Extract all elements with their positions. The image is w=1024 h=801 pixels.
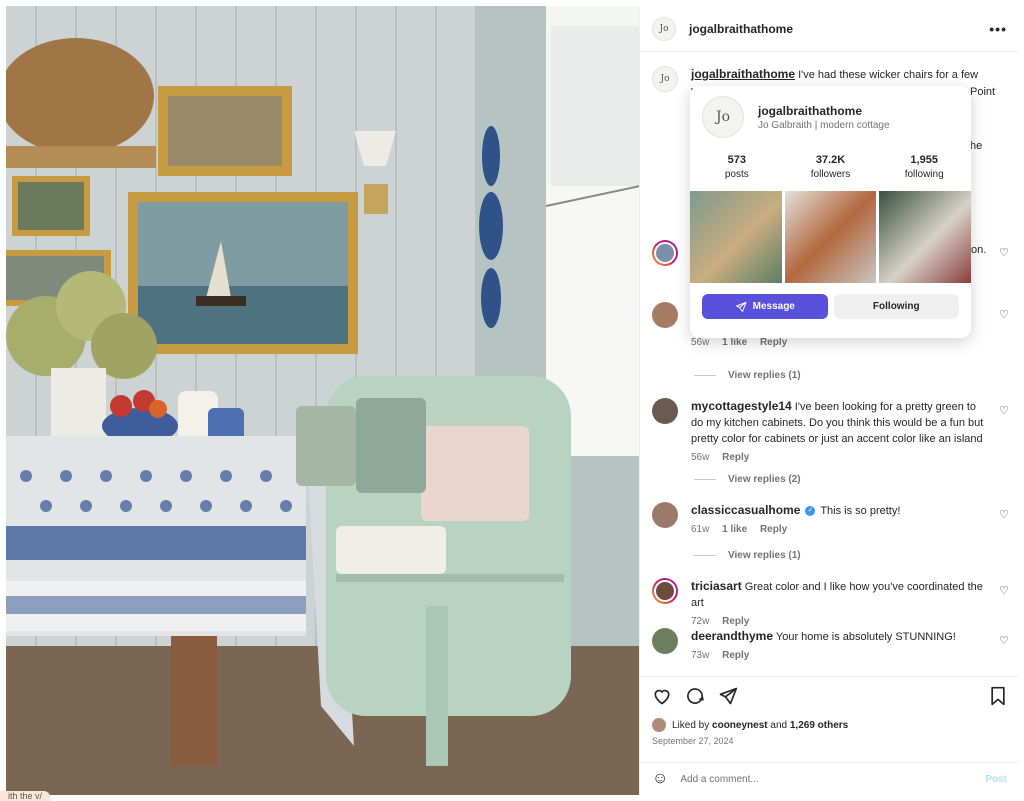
hover-card-avatar[interactable]: Jo	[702, 96, 744, 138]
comment-reply-button[interactable]: Reply	[722, 616, 749, 627]
comment-likes[interactable]: 1 like	[722, 337, 747, 348]
commenter-avatar[interactable]	[652, 578, 678, 604]
author-avatar[interactable]: Jo	[652, 16, 676, 41]
view-replies-button[interactable]: View replies (1)	[694, 370, 801, 381]
share-send-icon[interactable]	[718, 686, 738, 706]
profile-stats: 573 posts 37.2K followers 1,955 following	[690, 148, 971, 180]
comment-text: This is so pretty!	[820, 505, 901, 517]
verified-badge-icon: ✓	[805, 506, 816, 517]
comment-input[interactable]	[680, 773, 986, 785]
comment-time: 73w	[691, 650, 710, 661]
commenter-avatar[interactable]	[652, 398, 678, 424]
like-comment-heart-icon[interactable]: ♡	[999, 634, 1009, 647]
comment-reply-button[interactable]: Reply	[722, 452, 749, 463]
profile-hover-card: Jo jogalbraithathome Jo Galbraith | mode…	[690, 86, 971, 338]
comment-username[interactable]: triciasart	[691, 579, 742, 593]
post-photo[interactable]	[6, 6, 640, 795]
like-comment-heart-icon[interactable]: ♡	[999, 404, 1009, 417]
commenter-avatar[interactable]	[652, 302, 678, 328]
recent-post-thumbnail[interactable]	[690, 191, 782, 283]
likes-summary: Liked by cooneynest and 1,269 others	[652, 718, 848, 732]
liked-user[interactable]: cooneynest	[712, 720, 768, 731]
comment-time: 72w	[691, 616, 710, 627]
like-comment-heart-icon[interactable]: ♡	[999, 584, 1009, 597]
tooltip-fragment: ith the v/	[0, 791, 51, 801]
caption-fragment-2: he	[970, 140, 983, 152]
comment-text: Your home is absolutely STUNNING!	[775, 631, 956, 643]
more-horizontal-icon[interactable]: •••	[989, 21, 1007, 37]
liked-by-prefix: Liked by	[672, 719, 710, 731]
comment-username[interactable]: deerandthyme	[691, 629, 773, 643]
emoji-icon[interactable]: ☺	[652, 770, 668, 788]
comment-bubble-icon[interactable]	[685, 686, 705, 706]
caption-fragment-1: Point	[970, 86, 996, 98]
recent-posts	[690, 191, 971, 283]
post-date[interactable]: September 27, 2024	[652, 736, 734, 746]
dining-nook-image	[6, 6, 640, 795]
comment-username[interactable]: mycottagestyle14	[691, 399, 792, 413]
bookmark-icon[interactable]	[989, 686, 1007, 706]
view-replies-button[interactable]: View replies (2)	[694, 474, 801, 485]
like-comment-heart-icon[interactable]: ♡	[999, 508, 1009, 521]
stat-posts[interactable]: 573 posts	[690, 154, 784, 180]
comment-time: 56w	[691, 337, 710, 348]
caption-username[interactable]: jogalbraithathome	[691, 67, 795, 81]
stat-followers[interactable]: 37.2K followers	[784, 154, 878, 180]
like-heart-icon[interactable]	[652, 686, 672, 706]
hover-card-username[interactable]: jogalbraithathome	[758, 104, 890, 118]
stat-following[interactable]: 1,955 following	[877, 154, 971, 180]
comment-reply-button[interactable]: Reply	[760, 337, 787, 348]
comment-reply-button[interactable]: Reply	[760, 524, 787, 535]
comment-item: triciasart Great color and I like how yo…	[652, 578, 1009, 630]
liked-and: and	[770, 719, 788, 731]
post-actions	[640, 676, 1019, 714]
comment-item: mycottagestyle14 I've been looking for a…	[652, 398, 1009, 466]
message-button[interactable]: Message	[702, 294, 828, 319]
post-comment-button[interactable]: Post	[985, 774, 1007, 785]
comment-reply-button[interactable]: Reply	[722, 650, 749, 661]
author-username[interactable]: jogalbraithathome	[689, 22, 989, 36]
post-header: Jo jogalbraithathome •••	[640, 6, 1019, 52]
commenter-avatar[interactable]	[652, 628, 678, 654]
comment-item: classiccasualhome ✓ This is so pretty! 6…	[652, 502, 1009, 538]
recent-post-thumbnail[interactable]	[784, 191, 877, 283]
commenter-avatar[interactable]	[652, 240, 678, 266]
like-comment-heart-icon[interactable]: ♡	[999, 308, 1009, 321]
comment-username[interactable]: classiccasualhome	[691, 503, 800, 517]
send-icon	[735, 301, 747, 312]
like-comment-heart-icon[interactable]: ♡	[999, 246, 1009, 259]
following-button[interactable]: Following	[833, 294, 959, 319]
recent-post-thumbnail[interactable]	[879, 191, 971, 283]
hover-card-subtitle: Jo Galbraith | modern cottage	[758, 119, 890, 131]
caption-avatar[interactable]: Jo	[652, 66, 678, 92]
comment-time: 56w	[691, 452, 710, 463]
liker-avatar[interactable]	[652, 718, 666, 732]
comment-likes[interactable]: 1 like	[722, 524, 747, 535]
commenter-avatar[interactable]	[652, 502, 678, 528]
liked-others[interactable]: 1,269 others	[790, 720, 848, 731]
add-comment-bar: ☺ Post	[640, 762, 1019, 795]
comment-time: 61w	[691, 524, 710, 535]
comment-item: deerandthyme Your home is absolutely STU…	[652, 628, 1009, 664]
post-side-panel: Jo jogalbraithathome ••• Jo jogalbraitha…	[639, 6, 1019, 795]
view-replies-button[interactable]: View replies (1)	[694, 550, 801, 561]
